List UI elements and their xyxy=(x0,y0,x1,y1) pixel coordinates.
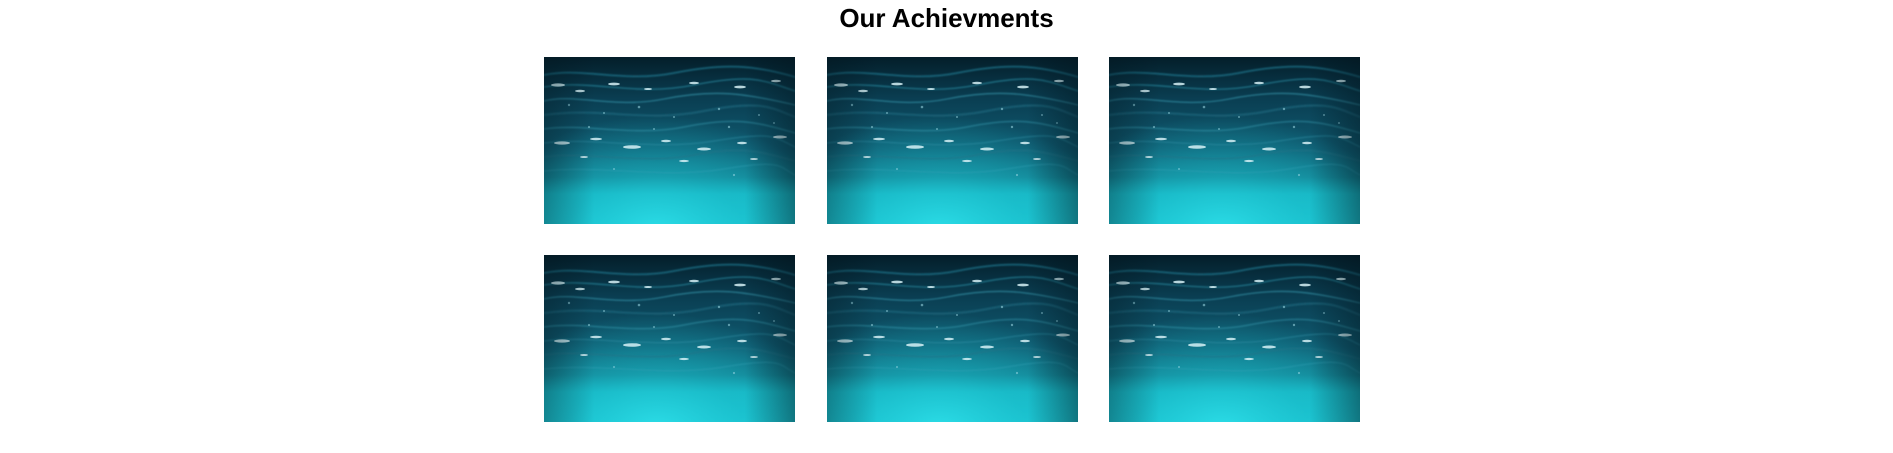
section-title: Our Achievments xyxy=(839,3,1054,33)
underwater-ocean-image xyxy=(544,57,795,224)
achievements-gallery xyxy=(544,57,1360,422)
gallery-image[interactable] xyxy=(1109,255,1360,422)
underwater-ocean-image xyxy=(1109,255,1360,422)
achievements-section: Our Achievments xyxy=(0,0,1893,453)
underwater-ocean-image xyxy=(827,255,1078,422)
gallery-image[interactable] xyxy=(826,57,1078,224)
gallery-image[interactable] xyxy=(826,255,1078,422)
gallery-image[interactable] xyxy=(544,255,795,422)
gallery-image[interactable] xyxy=(544,57,795,224)
underwater-ocean-image xyxy=(544,255,795,422)
gallery-image[interactable] xyxy=(1109,57,1360,224)
underwater-ocean-image xyxy=(827,57,1078,224)
underwater-ocean-image xyxy=(1109,57,1360,224)
